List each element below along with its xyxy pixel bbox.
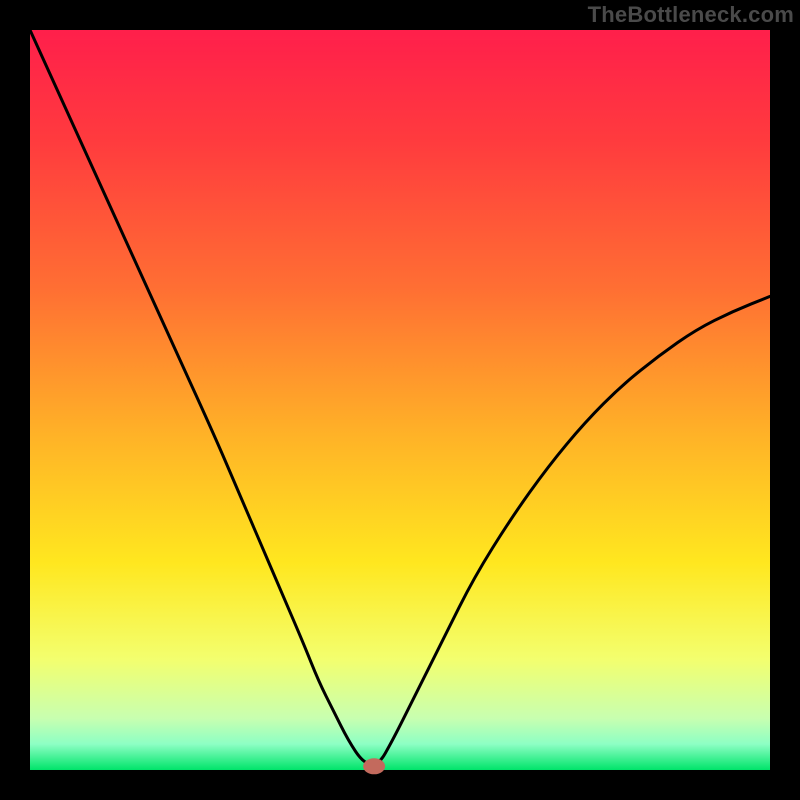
optimal-point-marker [363, 758, 385, 774]
watermark-text: TheBottleneck.com [588, 2, 794, 28]
chart-frame: TheBottleneck.com [0, 0, 800, 800]
bottleneck-plot [0, 0, 800, 800]
plot-background [30, 30, 770, 770]
